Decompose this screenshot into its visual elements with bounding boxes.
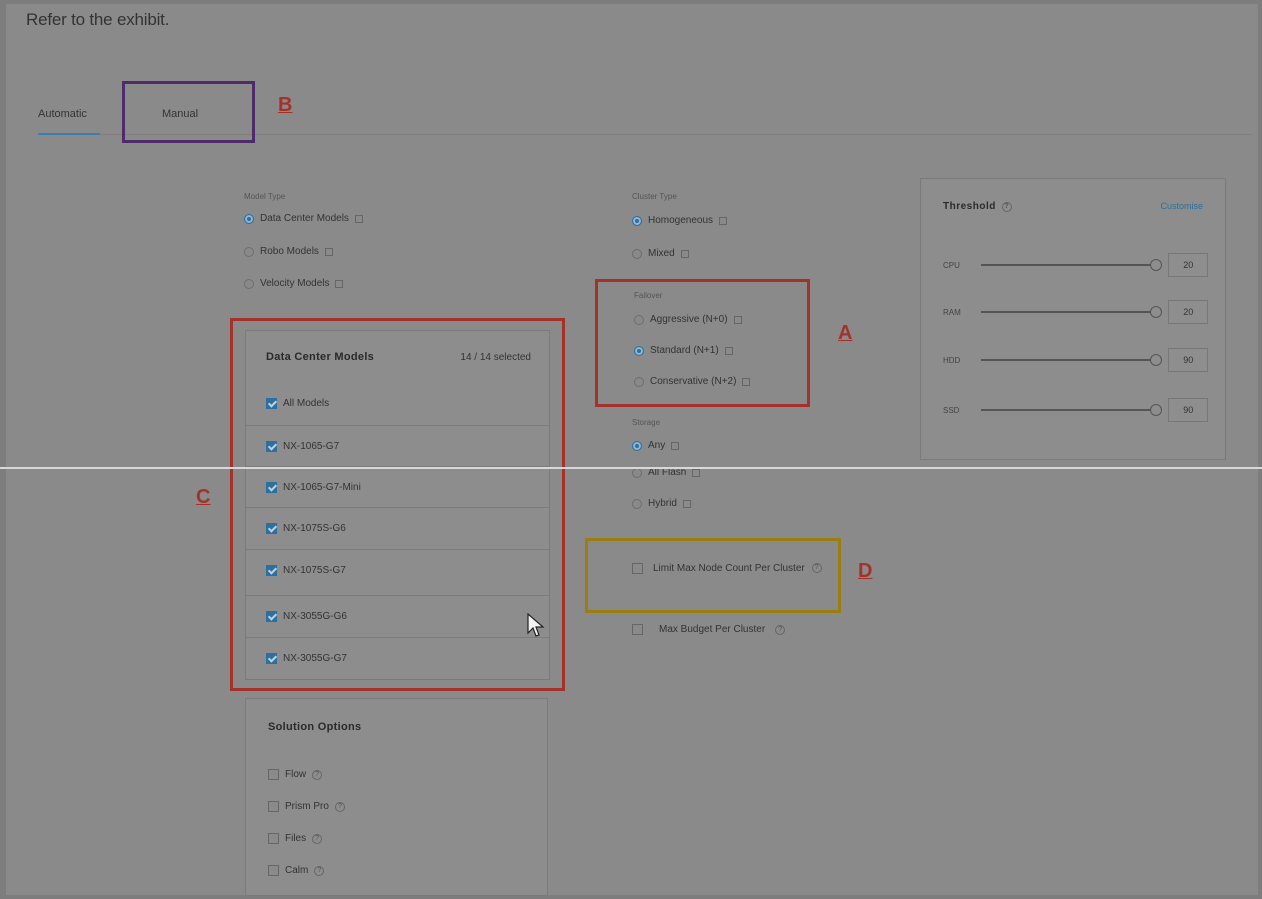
radio-icon — [634, 376, 644, 387]
solution-option-prism-pro[interactable]: Prism Pro ? — [268, 801, 345, 812]
slider-handle[interactable] — [1150, 354, 1163, 366]
slider-handle[interactable] — [1150, 404, 1163, 416]
threshold-value-input[interactable]: 90 — [1168, 398, 1208, 422]
solution-options-panel: Solution Options Flow ? Prism Pro ? File… — [245, 698, 548, 896]
tab-active-indicator — [38, 133, 100, 135]
tab-divider — [100, 134, 1252, 135]
annotation-box-a — [595, 279, 810, 407]
radio-icon — [244, 278, 254, 289]
radio-standard[interactable]: Standard (N+1) — [634, 345, 733, 356]
failover-label: Failover — [634, 291, 663, 300]
checkbox-icon — [268, 801, 279, 812]
slider-handle[interactable] — [1150, 259, 1163, 271]
threshold-slider[interactable] — [980, 354, 1163, 366]
help-icon: ? — [312, 769, 323, 780]
radio-any[interactable]: Any — [632, 440, 680, 451]
radio-velocity-models[interactable]: Velocity Models — [244, 278, 344, 289]
solution-option-calm[interactable]: Calm ? — [268, 865, 325, 876]
exhibit-title: Refer to the exhibit. — [26, 10, 170, 29]
threshold-value-input[interactable]: 90 — [1168, 348, 1208, 372]
solution-option-flow[interactable]: Flow ? — [268, 769, 323, 780]
checkbox-icon — [268, 865, 279, 876]
solution-options-title: Solution Options — [268, 721, 362, 733]
threshold-row-ram: RAM 20 — [943, 299, 1208, 325]
info-icon — [692, 468, 701, 477]
annotation-box-c — [230, 318, 565, 691]
slider-handle[interactable] — [1150, 306, 1163, 318]
annotation-box-b — [122, 81, 255, 143]
horizontal-divider-line — [0, 467, 1262, 469]
radio-mixed[interactable]: Mixed — [632, 248, 689, 259]
info-icon — [719, 216, 728, 225]
help-icon: ? — [334, 801, 345, 812]
help-icon: ? — [775, 624, 786, 635]
annotation-label-d: D — [858, 560, 873, 582]
radio-icon — [632, 498, 642, 509]
radio-data-center-models[interactable]: Data Center Models — [244, 213, 363, 224]
threshold-value-input[interactable]: 20 — [1168, 300, 1208, 324]
threshold-row-ssd: SSD 90 — [943, 397, 1208, 423]
model-type-label: Model Type — [244, 192, 286, 201]
info-icon — [671, 441, 680, 450]
help-icon: ? — [811, 563, 822, 574]
info-icon — [354, 214, 363, 223]
radio-hybrid[interactable]: Hybrid — [632, 498, 691, 509]
checkbox-icon — [632, 624, 643, 635]
annotation-label-b: B — [278, 94, 293, 116]
help-icon: ? — [314, 865, 325, 876]
radio-robo-models[interactable]: Robo Models — [244, 246, 333, 257]
customise-link[interactable]: Customise — [1160, 201, 1203, 211]
threshold-slider[interactable] — [980, 259, 1163, 271]
info-icon — [724, 346, 733, 355]
radio-selected-icon — [632, 440, 642, 451]
limit-max-node-checkbox[interactable]: Limit Max Node Count Per Cluster ? — [632, 558, 832, 580]
threshold-row-hdd: HDD 90 — [943, 347, 1208, 373]
mouse-cursor-icon — [527, 613, 545, 637]
radio-icon — [632, 467, 642, 478]
checkbox-icon — [632, 562, 643, 574]
annotation-label-c: C — [196, 486, 211, 508]
radio-aggressive[interactable]: Aggressive (N+0) — [634, 314, 742, 325]
threshold-slider[interactable] — [980, 306, 1163, 318]
help-icon: ? — [312, 833, 323, 844]
info-icon — [680, 249, 689, 258]
checkbox-icon — [268, 769, 279, 780]
annotation-label-a: A — [838, 322, 853, 344]
info-icon — [682, 499, 691, 508]
radio-icon — [244, 246, 254, 257]
checkbox-icon — [268, 833, 279, 844]
tab-automatic[interactable]: Automatic — [38, 108, 87, 120]
radio-icon — [632, 248, 642, 259]
radio-icon — [634, 314, 644, 325]
radio-selected-icon — [632, 215, 642, 226]
info-icon — [335, 279, 344, 288]
max-budget-checkbox[interactable]: Max Budget Per Cluster ? — [632, 624, 786, 635]
threshold-title: Threshold ? — [943, 201, 1012, 212]
info-icon — [324, 247, 333, 256]
solution-option-files[interactable]: Files ? — [268, 833, 323, 844]
cluster-type-label: Cluster Type — [632, 192, 677, 201]
threshold-slider[interactable] — [980, 404, 1163, 416]
threshold-row-cpu: CPU 20 — [943, 252, 1208, 278]
radio-selected-icon — [244, 213, 254, 224]
radio-conservative[interactable]: Conservative (N+2) — [634, 376, 751, 387]
threshold-value-input[interactable]: 20 — [1168, 253, 1208, 277]
info-icon — [742, 377, 751, 386]
threshold-panel: Threshold ? Customise CPU 20 RAM 20 HDD … — [920, 178, 1226, 460]
radio-selected-icon — [634, 345, 644, 356]
help-icon: ? — [1001, 201, 1012, 212]
info-icon — [733, 315, 742, 324]
radio-homogeneous[interactable]: Homogeneous — [632, 215, 728, 226]
storage-label: Storage — [632, 418, 661, 427]
